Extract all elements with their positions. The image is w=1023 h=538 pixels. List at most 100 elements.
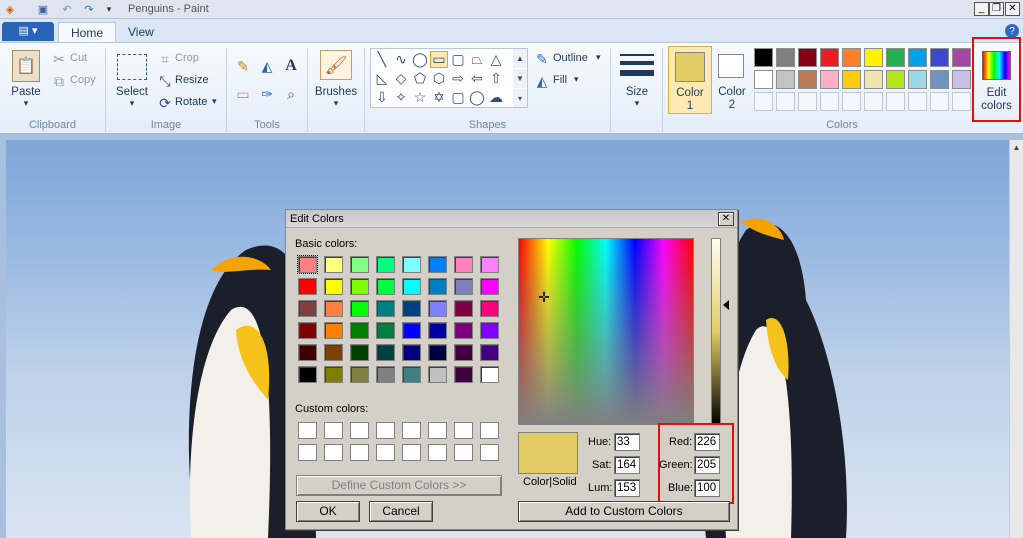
six-point-star-shape-icon[interactable]: ✡ bbox=[430, 89, 448, 106]
rotate-button[interactable]: Rotate bbox=[175, 96, 207, 108]
basic-color-swatch[interactable] bbox=[402, 344, 421, 361]
pencil-icon[interactable]: ✎ bbox=[232, 56, 254, 76]
close-button[interactable]: ✕ bbox=[1005, 2, 1020, 16]
basic-color-swatch[interactable] bbox=[350, 322, 369, 339]
red-input[interactable]: 226 bbox=[694, 433, 720, 451]
basic-color-swatch[interactable] bbox=[454, 322, 473, 339]
palette-swatch[interactable] bbox=[820, 48, 839, 67]
cut-button[interactable]: Cut bbox=[70, 52, 87, 64]
basic-color-swatch[interactable] bbox=[324, 366, 343, 383]
brushes-button[interactable]: Brushes bbox=[312, 86, 360, 98]
undo-icon[interactable]: ↶ bbox=[60, 2, 74, 16]
custom-color-swatch[interactable] bbox=[324, 444, 343, 461]
size-dropdown-icon[interactable]: ▾ bbox=[617, 98, 657, 109]
help-icon[interactable]: ? bbox=[1005, 24, 1019, 38]
scroll-up-icon[interactable]: ▲ bbox=[1011, 142, 1022, 153]
basic-color-swatch[interactable] bbox=[480, 366, 499, 383]
basic-color-swatch[interactable] bbox=[376, 344, 395, 361]
rounded-callout-shape-icon[interactable]: ▢ bbox=[449, 89, 467, 106]
cloud-callout-shape-icon[interactable]: ☁ bbox=[487, 89, 505, 106]
eraser-icon[interactable]: ▭ bbox=[232, 84, 254, 104]
oval-callout-shape-icon[interactable]: ◯ bbox=[468, 89, 486, 106]
basic-color-swatch[interactable] bbox=[324, 344, 343, 361]
redo-icon[interactable]: ↷ bbox=[82, 2, 96, 16]
basic-color-swatch[interactable] bbox=[402, 300, 421, 317]
custom-color-swatch[interactable] bbox=[480, 422, 499, 439]
ok-button[interactable]: OK bbox=[296, 501, 360, 522]
cancel-button[interactable]: Cancel bbox=[369, 501, 433, 522]
palette-swatch[interactable] bbox=[908, 48, 927, 67]
palette-empty-swatch[interactable] bbox=[930, 92, 949, 111]
custom-color-swatch[interactable] bbox=[402, 444, 421, 461]
basic-color-swatch[interactable] bbox=[428, 366, 447, 383]
palette-empty-swatch[interactable] bbox=[798, 92, 817, 111]
basic-color-swatch[interactable] bbox=[298, 278, 317, 295]
basic-color-swatch[interactable] bbox=[298, 366, 317, 383]
palette-swatch[interactable] bbox=[952, 70, 971, 89]
palette-swatch[interactable] bbox=[820, 70, 839, 89]
crop-button[interactable]: Crop bbox=[175, 52, 199, 64]
rounded-rectangle-shape-icon[interactable]: ▢ bbox=[449, 51, 467, 68]
hexagon-shape-icon[interactable]: ⬡ bbox=[430, 70, 448, 87]
basic-color-swatch[interactable] bbox=[428, 256, 447, 273]
dialog-close-button[interactable]: ✕ bbox=[718, 212, 734, 226]
luminance-slider[interactable] bbox=[711, 238, 721, 425]
fill-bucket-icon[interactable]: ◭ bbox=[256, 56, 278, 76]
basic-color-swatch[interactable] bbox=[454, 300, 473, 317]
basic-color-swatch[interactable] bbox=[480, 322, 499, 339]
custom-color-swatch[interactable] bbox=[298, 444, 317, 461]
diamond-shape-icon[interactable]: ◇ bbox=[392, 70, 410, 87]
palette-empty-swatch[interactable] bbox=[820, 92, 839, 111]
select-icon[interactable] bbox=[117, 54, 147, 80]
palette-swatch[interactable] bbox=[864, 70, 883, 89]
vertical-scrollbar[interactable]: ▲ bbox=[1009, 140, 1023, 538]
custom-color-swatch[interactable] bbox=[350, 422, 369, 439]
basic-color-swatch[interactable] bbox=[350, 278, 369, 295]
basic-color-swatch[interactable] bbox=[454, 278, 473, 295]
custom-color-swatch[interactable] bbox=[480, 444, 499, 461]
custom-color-swatch[interactable] bbox=[454, 444, 473, 461]
palette-empty-swatch[interactable] bbox=[908, 92, 927, 111]
custom-color-swatch[interactable] bbox=[428, 422, 447, 439]
paint-app-icon[interactable]: ◈ bbox=[3, 2, 17, 16]
shapes-expand-icon[interactable]: ▾ bbox=[513, 89, 527, 107]
shapes-scroll-up-icon[interactable]: ▲ bbox=[513, 49, 527, 68]
basic-color-swatch[interactable] bbox=[428, 278, 447, 295]
palette-swatch[interactable] bbox=[886, 70, 905, 89]
paste-dropdown-icon[interactable]: ▾ bbox=[8, 98, 44, 109]
basic-color-swatch[interactable] bbox=[298, 322, 317, 339]
basic-color-swatch[interactable] bbox=[376, 300, 395, 317]
custom-color-swatch[interactable] bbox=[376, 444, 395, 461]
basic-color-swatch[interactable] bbox=[480, 256, 499, 273]
color1-button[interactable]: Color 1 bbox=[668, 46, 712, 114]
custom-color-swatch[interactable] bbox=[454, 422, 473, 439]
palette-swatch[interactable] bbox=[776, 48, 795, 67]
basic-color-swatch[interactable] bbox=[324, 322, 343, 339]
text-icon[interactable]: A bbox=[280, 56, 302, 76]
basic-color-swatch[interactable] bbox=[376, 322, 395, 339]
down-arrow-shape-icon[interactable]: ⇩ bbox=[373, 89, 391, 106]
palette-swatch[interactable] bbox=[754, 48, 773, 67]
green-input[interactable]: 205 bbox=[694, 456, 720, 474]
pentagon-shape-icon[interactable]: ⬠ bbox=[411, 70, 429, 87]
magnifier-icon[interactable]: ⌕ bbox=[280, 84, 302, 104]
save-icon[interactable]: ▣ bbox=[36, 2, 50, 16]
basic-color-swatch[interactable] bbox=[376, 278, 395, 295]
custom-color-swatch[interactable] bbox=[402, 422, 421, 439]
line-shape-icon[interactable]: ╲ bbox=[373, 51, 391, 68]
triangle-shape-icon[interactable]: △ bbox=[487, 51, 505, 68]
rectangle-shape-icon[interactable]: ▭ bbox=[430, 51, 448, 68]
basic-color-swatch[interactable] bbox=[350, 256, 369, 273]
palette-swatch[interactable] bbox=[930, 70, 949, 89]
sat-input[interactable]: 164 bbox=[614, 456, 640, 474]
basic-color-swatch[interactable] bbox=[324, 300, 343, 317]
palette-swatch[interactable] bbox=[754, 70, 773, 89]
up-arrow-shape-icon[interactable]: ⇧ bbox=[487, 70, 505, 87]
palette-swatch[interactable] bbox=[776, 70, 795, 89]
define-custom-colors-button[interactable]: Define Custom Colors >> bbox=[296, 475, 502, 496]
fill-dropdown-icon[interactable]: ▾ bbox=[574, 74, 579, 85]
paste-button[interactable]: Paste bbox=[8, 86, 44, 98]
right-triangle-shape-icon[interactable]: ◺ bbox=[373, 70, 391, 87]
shapes-scroll-down-icon[interactable]: ▼ bbox=[513, 69, 527, 88]
palette-empty-swatch[interactable] bbox=[864, 92, 883, 111]
